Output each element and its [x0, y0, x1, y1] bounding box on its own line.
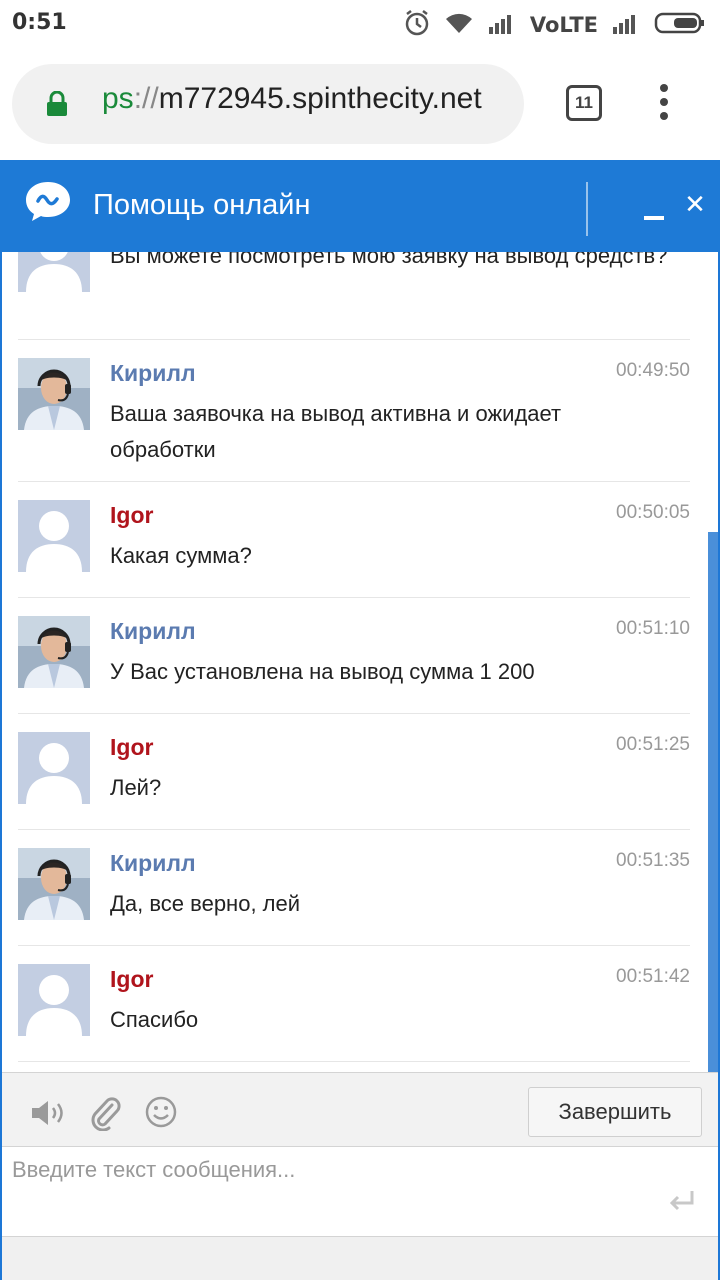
browser-toolbar: ps://m772945.spinthecity.net 11 — [0, 50, 720, 160]
header-divider — [586, 182, 588, 236]
sender-name: Кирилл — [110, 360, 196, 386]
message-time: 00:51:25 — [616, 734, 690, 755]
message-time: 00:50:05 — [616, 502, 690, 523]
message-text: Да, все верно, лей — [110, 891, 301, 916]
sender-name: Igor — [110, 734, 154, 760]
message-time: 00:51:10 — [616, 618, 690, 639]
url-host: m772945.spinthecity.net — [158, 82, 482, 115]
status-time: 0:51 — [12, 10, 67, 35]
chat-title: Помощь онлайн — [93, 189, 311, 221]
avatar — [18, 500, 90, 572]
minimize-button[interactable] — [640, 196, 670, 226]
sender-name: Igor — [110, 966, 154, 992]
sender-name: Кирилл — [110, 850, 196, 876]
smiley-icon[interactable] — [144, 1095, 178, 1133]
list-item: Кирилл 00:51:35 Да, все верно, лей — [18, 830, 690, 946]
message-list[interactable]: Вы можете посмотреть мою заявку на вывод… — [2, 252, 718, 1072]
url-text[interactable]: ps://m772945.spinthecity.net — [102, 82, 482, 116]
avatar — [18, 732, 90, 804]
message-text: У Вас установлена на вывод сумма 1 200 — [110, 659, 535, 684]
avatar — [18, 964, 90, 1036]
message-time: 00:49:50 — [616, 360, 690, 381]
list-item: Igor 00:51:25 Лей? — [18, 714, 690, 830]
network-type-label: VoLTE — [529, 13, 598, 37]
list-item: Кирилл 00:51:10 У Вас установлена на выв… — [18, 598, 690, 714]
wifi-icon — [444, 11, 474, 39]
end-chat-button[interactable]: Завершить — [528, 1087, 702, 1137]
message-input-area — [2, 1146, 718, 1237]
battery-icon — [654, 11, 706, 39]
url-separator: :// — [133, 82, 159, 115]
speaker-icon[interactable] — [30, 1099, 70, 1131]
chat-toolbar: Завершить — [2, 1072, 718, 1146]
list-item: Кирилл 00:49:50 Ваша заявочка на вывод а… — [18, 340, 690, 482]
list-item: Igor 00:51:42 Спасибо — [18, 946, 690, 1062]
tab-switcher-button[interactable]: 11 — [566, 85, 602, 121]
message-text: Ваша заявочка на вывод активна и ожидает… — [110, 401, 562, 462]
list-item: Вы можете посмотреть мою заявку на вывод… — [18, 252, 690, 340]
sender-name: Кирилл — [110, 618, 196, 644]
chat-header: Помощь онлайн ✕ — [0, 160, 720, 252]
avatar — [18, 358, 90, 430]
message-text: Какая сумма? — [110, 543, 252, 568]
message-input[interactable] — [2, 1147, 718, 1237]
message-text: Вы можете посмотреть мою заявку на вывод… — [110, 252, 668, 268]
signal-icon — [488, 11, 516, 39]
minimize-icon — [644, 216, 664, 220]
message-text: Лей? — [110, 775, 162, 800]
overflow-menu-icon[interactable] — [654, 84, 674, 124]
message-time: 00:51:42 — [616, 966, 690, 987]
address-bar[interactable]: ps://m772945.spinthecity.net — [12, 64, 524, 144]
scrollbar[interactable] — [708, 532, 718, 1072]
status-icons: VoLTE — [390, 10, 706, 40]
avatar — [18, 848, 90, 920]
chat-widget: Помощь онлайн ✕ Вы можете посмотреть мою… — [0, 160, 720, 1280]
sender-name: Igor — [110, 502, 154, 528]
status-bar: 0:51 VoLTE — [0, 0, 720, 50]
send-enter-icon[interactable] — [668, 1189, 696, 1217]
close-button[interactable]: ✕ — [682, 190, 708, 220]
alarm-icon — [404, 9, 430, 41]
signal-icon — [612, 11, 640, 39]
url-scheme: ps — [102, 82, 134, 115]
message-text: Спасибо — [110, 1007, 199, 1032]
message-time: 00:51:35 — [616, 850, 690, 871]
avatar — [18, 252, 90, 292]
chat-footer — [2, 1236, 718, 1280]
avatar — [18, 616, 90, 688]
chat-logo-icon — [24, 180, 72, 226]
lock-icon — [46, 90, 68, 121]
list-item: Igor 00:50:05 Какая сумма? — [18, 482, 690, 598]
paperclip-icon[interactable] — [88, 1095, 122, 1135]
